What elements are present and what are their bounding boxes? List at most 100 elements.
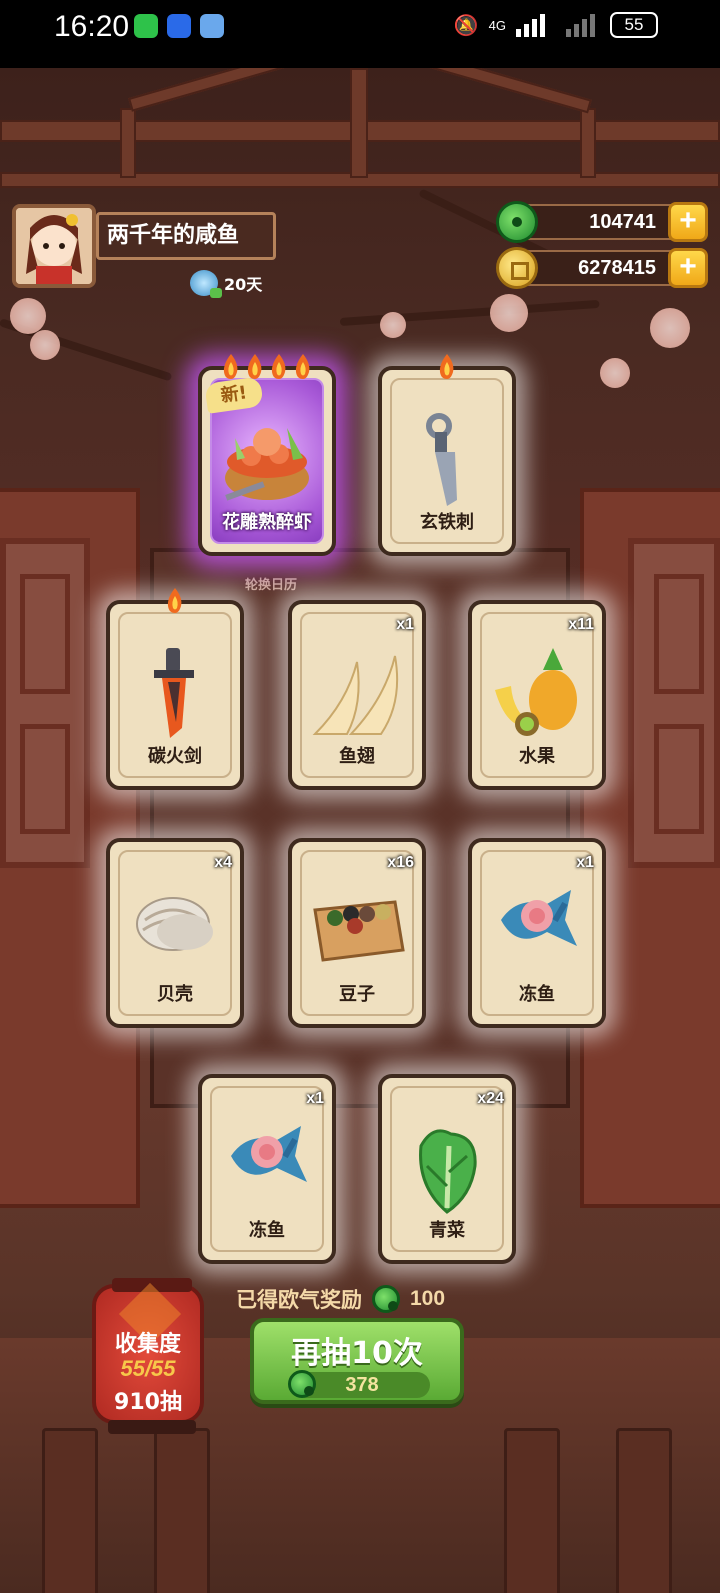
card-count: x1	[306, 1090, 324, 1107]
signal-icon	[516, 14, 545, 37]
frozen-fish-icon	[487, 880, 587, 974]
wechat-icon	[134, 14, 158, 38]
frozen-fish-icon	[217, 1116, 317, 1210]
card-name: 碳火剑	[148, 746, 202, 767]
flame-icon	[435, 352, 459, 380]
add-coin-button[interactable]: +	[668, 248, 708, 288]
shark-fin-icon	[307, 642, 407, 746]
roof-beam	[128, 68, 382, 112]
roof-beam	[580, 108, 596, 178]
coin-currency: 6278415 +	[496, 247, 708, 289]
card-name: 冻鱼	[249, 1220, 285, 1241]
card-name: 鱼翅	[339, 746, 375, 767]
item-card[interactable]: 碳火剑	[106, 588, 244, 790]
globe-icon	[190, 270, 222, 298]
rarity-flames	[163, 586, 187, 614]
item-card[interactable]: x1 冻鱼	[468, 838, 606, 1028]
card-count: x1	[576, 854, 594, 871]
clam-shell-icon	[125, 880, 225, 964]
reward-value: 100	[410, 1287, 446, 1310]
collection-progress: 55/55	[120, 1356, 176, 1381]
item-card[interactable]: x1 冻鱼	[198, 1074, 336, 1264]
jade-icon	[372, 1285, 400, 1313]
branch	[339, 299, 600, 326]
status-bar: 16:20 🔕 4G 55	[0, 0, 720, 68]
roof-beam	[350, 68, 368, 178]
coin-amount: 6278415	[578, 257, 656, 279]
collection-title: 收集度	[114, 1332, 181, 1357]
draw-ten-label: 再抽10次	[291, 1336, 423, 1371]
card-count: x16	[387, 854, 414, 871]
fruit-icon	[487, 642, 587, 746]
lucky-reward: 已得欧气奖励 100	[236, 1284, 445, 1314]
flame-icon	[243, 352, 267, 380]
window-lattice-right	[628, 538, 720, 868]
card-name: 贝壳	[157, 984, 193, 1005]
item-card[interactable]: x11 水果	[468, 600, 606, 790]
rotation-calendar-label: 轮换日历	[245, 578, 298, 593]
fence-post	[154, 1428, 210, 1593]
reward-label: 已得欧气奖励	[236, 1288, 362, 1312]
signal-icon-secondary	[566, 14, 595, 37]
login-days: 20天	[190, 270, 263, 298]
collection-draws: 910抽	[114, 1390, 182, 1415]
network-type: 4G	[488, 17, 506, 33]
avatar[interactable]	[12, 204, 96, 288]
draw-ten-button[interactable]: 再抽10次 378	[250, 1318, 464, 1404]
item-card[interactable]: x16 豆子	[288, 838, 426, 1028]
blossom	[380, 312, 406, 338]
coin-icon	[496, 247, 538, 289]
item-card[interactable]: x24 青菜	[378, 1074, 516, 1264]
jade-icon	[496, 201, 538, 243]
drunken-shrimp-pot-icon	[215, 408, 319, 516]
collection-lantern[interactable]: 收集度 55/55 910抽	[92, 1278, 204, 1434]
charcoal-sword-icon	[140, 642, 210, 746]
fence-post	[616, 1428, 672, 1593]
add-jade-button[interactable]: +	[668, 202, 708, 242]
character-portrait-icon	[16, 208, 92, 284]
flame-icon	[219, 352, 243, 380]
item-card[interactable]: x4 贝壳	[106, 838, 244, 1028]
flame-icon	[291, 352, 315, 380]
status-time: 16:20	[54, 10, 130, 43]
flame-icon	[267, 352, 291, 380]
mute-icon: 🔕	[453, 13, 479, 37]
jade-amount: 104741	[589, 211, 656, 233]
card-count: x4	[214, 854, 232, 871]
message-icon	[200, 14, 224, 38]
blossom	[650, 308, 690, 348]
draw-cost: 378	[288, 1370, 430, 1398]
window-lattice-left	[0, 538, 90, 868]
card-name: 花雕熟醉虾	[222, 512, 312, 533]
flame-icon	[163, 586, 187, 614]
blossom	[10, 298, 46, 334]
jade-icon	[288, 1370, 316, 1398]
card-name: 冻鱼	[519, 984, 555, 1005]
app-notification-icon	[167, 14, 191, 38]
card-count: x24	[477, 1090, 504, 1107]
draw-cost-value: 378	[345, 1374, 379, 1396]
roof-beam	[120, 108, 136, 178]
beans-box-icon	[305, 880, 409, 974]
greens-icon	[397, 1116, 497, 1220]
card-name: 青菜	[429, 1220, 465, 1241]
blossom	[30, 330, 60, 360]
blossom	[600, 358, 630, 388]
item-card[interactable]: 玄铁刺	[378, 354, 516, 556]
battery-indicator: 55	[610, 12, 658, 38]
card-count: x1	[396, 616, 414, 633]
player-name: 两千年的咸鱼	[96, 212, 276, 260]
fence-post	[42, 1428, 98, 1593]
iron-dagger-icon	[417, 408, 477, 512]
item-card[interactable]: x1 鱼翅	[288, 600, 426, 790]
blossom	[490, 294, 528, 332]
card-name: 水果	[519, 746, 555, 767]
item-card[interactable]: 新! 花雕熟醉虾	[198, 354, 336, 556]
rarity-flames	[219, 352, 315, 380]
roof-beam	[338, 68, 592, 114]
fence-post	[504, 1428, 560, 1593]
days-value: 20天	[224, 275, 263, 294]
card-name: 玄铁刺	[420, 512, 474, 533]
rarity-flames	[435, 352, 459, 380]
jade-currency: 104741 +	[496, 201, 708, 243]
